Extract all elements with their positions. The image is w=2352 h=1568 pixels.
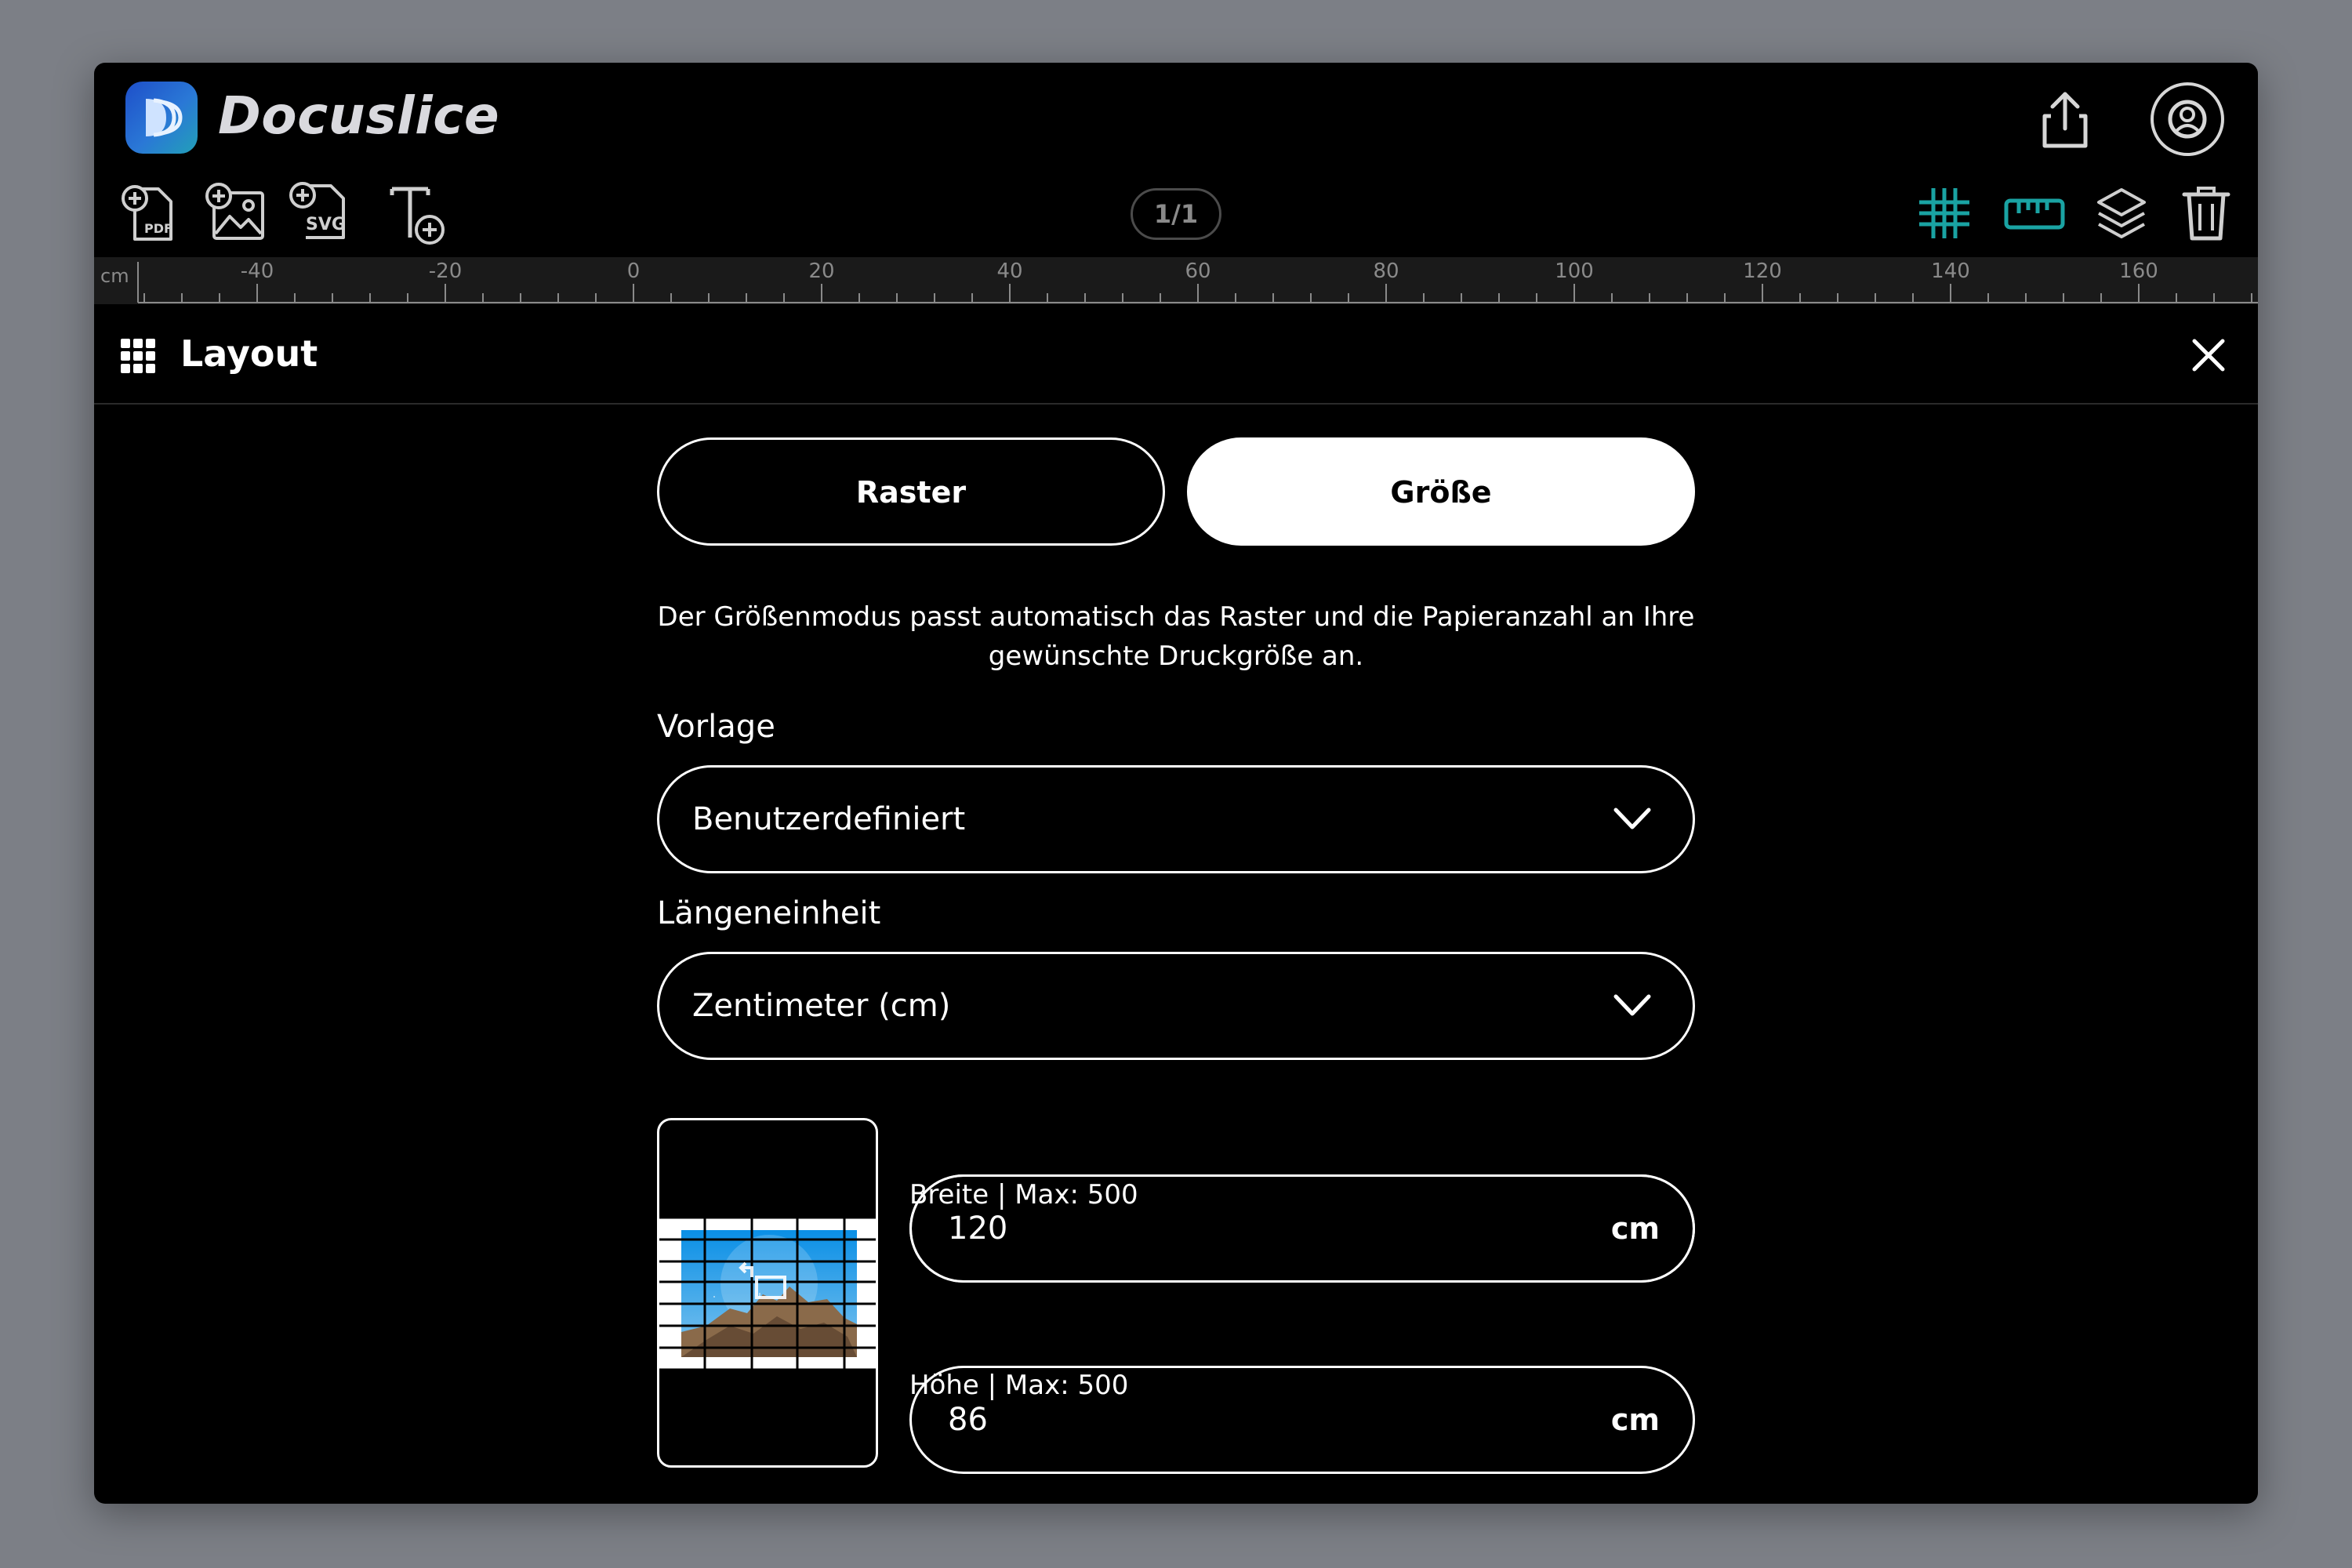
layers-icon — [2097, 188, 2146, 238]
add-image-icon — [205, 183, 264, 240]
panel-title: Layout — [180, 332, 318, 375]
unit-value: Zentimeter (cm) — [692, 988, 951, 1024]
ruler-label: -20 — [429, 260, 462, 283]
app-title: Docuslice — [218, 85, 500, 146]
grid-dots-icon — [121, 339, 155, 373]
account-icon — [2151, 82, 2224, 156]
template-select[interactable]: Benutzerdefiniert — [657, 765, 1695, 873]
unit-select[interactable]: Zentimeter (cm) — [657, 952, 1695, 1060]
width-field[interactable]: cm — [909, 1174, 1695, 1283]
ruler-icon — [2004, 198, 2065, 230]
logo-icon — [146, 98, 183, 137]
width-input[interactable] — [948, 1177, 1544, 1280]
delete-button[interactable] — [2175, 180, 2238, 246]
trash-icon — [2182, 187, 2230, 241]
svg-badge: SVG — [306, 215, 346, 234]
ruler-label: 60 — [1185, 260, 1210, 283]
add-pdf-button[interactable]: PDF — [118, 180, 180, 248]
chevron-down-icon — [1613, 994, 1651, 1016]
preview-grid-image — [659, 1216, 876, 1371]
pdf-badge: PDF — [144, 221, 172, 236]
grid-toggle-button[interactable] — [1913, 182, 1976, 245]
width-unit: cm — [1610, 1211, 1660, 1246]
ruler-label: 100 — [1555, 260, 1594, 283]
ruler-toggle-button[interactable] — [1999, 188, 2070, 238]
mode-description: Der Größenmodus passt automatisch das Ra… — [657, 601, 1695, 672]
horizontal-ruler: cm -40 -20 0 20 40 60 80 100 120 140 160 — [94, 257, 2258, 304]
height-unit: cm — [1610, 1403, 1660, 1437]
ruler-scale: cm -40 -20 0 20 40 60 80 100 120 140 160 — [100, 260, 2258, 303]
app-logo — [125, 82, 198, 154]
layout-panel-header: Layout — [94, 304, 2258, 405]
height-input[interactable] — [948, 1368, 1544, 1472]
add-pdf-icon: PDF — [122, 185, 172, 241]
ruler-label: 20 — [808, 260, 834, 283]
add-image-button[interactable] — [202, 179, 270, 248]
share-button[interactable] — [2027, 80, 2103, 158]
ruler-label: 120 — [1743, 260, 1782, 283]
page-indicator[interactable]: 1/1 — [1131, 188, 1221, 240]
ruler-label: 40 — [996, 260, 1022, 283]
ruler-label: 80 — [1373, 260, 1399, 283]
raster-mode-button[interactable]: Raster — [657, 437, 1165, 546]
size-mode-button[interactable]: Größe — [1187, 437, 1695, 546]
chevron-down-icon — [1613, 808, 1651, 829]
ruler-label: 160 — [2119, 260, 2158, 283]
height-field[interactable]: cm — [909, 1366, 1695, 1474]
layers-button[interactable] — [2090, 180, 2153, 246]
template-label: Vorlage — [657, 709, 775, 745]
ruler-label: 0 — [627, 260, 641, 283]
app-window: Docuslice PDF SVG 1/1 cm -40 -20 0 20 40… — [94, 63, 2258, 1504]
add-svg-icon: SVG — [289, 182, 346, 239]
grid-icon — [1919, 188, 1969, 238]
ruler-label: 140 — [1931, 260, 1970, 283]
account-button[interactable] — [2148, 80, 2227, 158]
add-svg-button[interactable]: SVG — [287, 177, 353, 246]
ruler-label: -40 — [241, 260, 274, 283]
layout-preview — [657, 1118, 878, 1468]
share-icon — [2042, 92, 2088, 148]
add-text-button[interactable] — [384, 180, 450, 249]
unit-label: Längeneinheit — [657, 895, 881, 931]
ruler-unit: cm — [100, 265, 129, 287]
close-icon — [2192, 339, 2225, 372]
add-text-icon — [390, 187, 445, 245]
template-value: Benutzerdefiniert — [692, 801, 966, 837]
close-panel-button[interactable] — [2181, 328, 2236, 383]
